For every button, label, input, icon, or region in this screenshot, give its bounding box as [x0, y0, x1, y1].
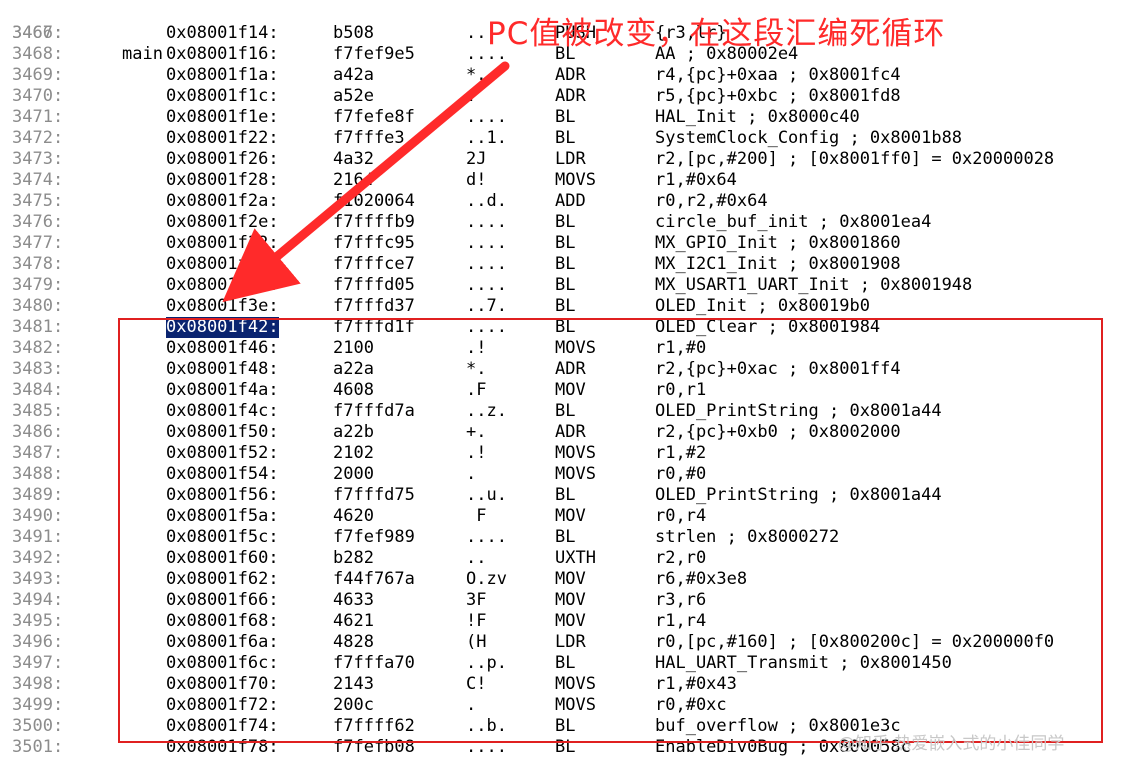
- watermark: @知乎 热爱嵌入式的小佳同学: [838, 734, 1065, 754]
- annotation-arrow: [222, 61, 510, 303]
- annotation-text: PC值被改变，在这段汇编死循环: [487, 16, 946, 52]
